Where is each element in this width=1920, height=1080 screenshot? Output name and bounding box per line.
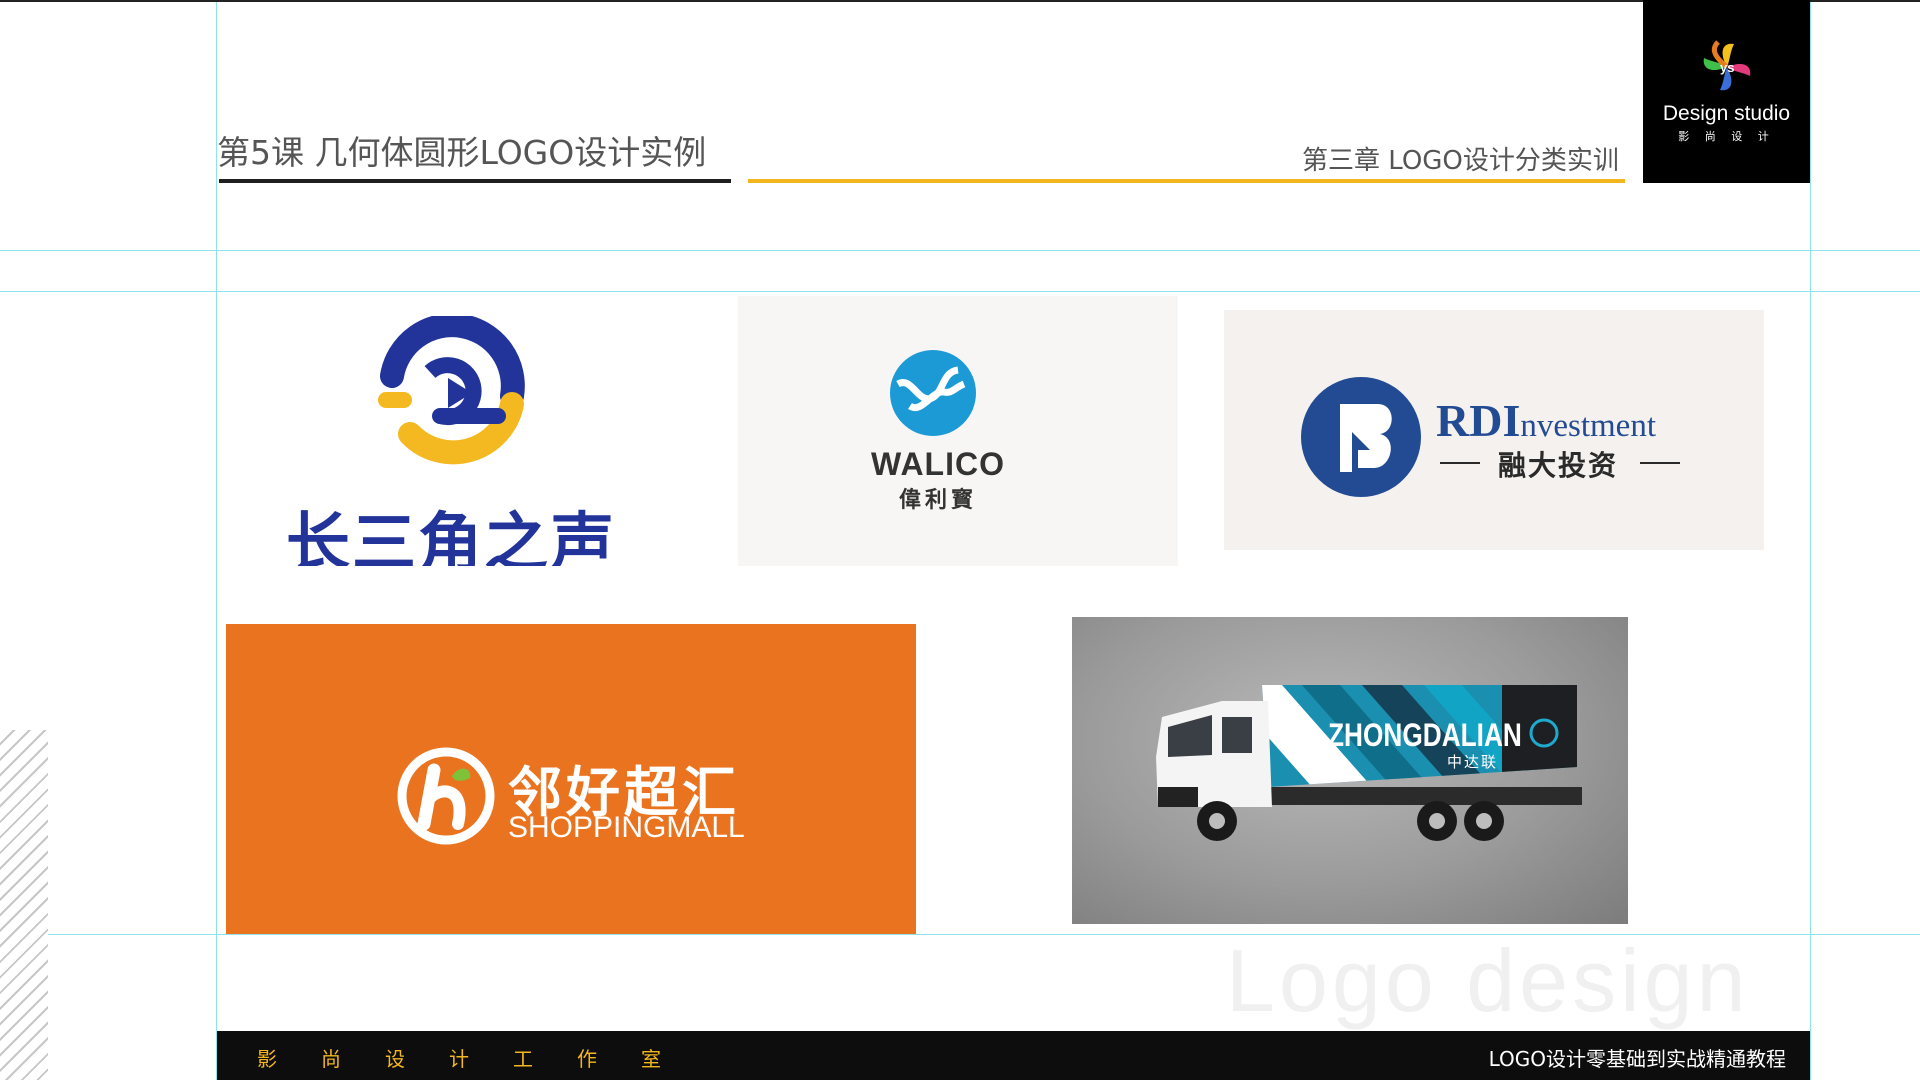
pinwheel-icon: ys	[1703, 40, 1751, 91]
footer-char: 室	[641, 1047, 661, 1071]
lesson-title: 第5课 几何体圆形LOGO设计实例	[217, 133, 707, 172]
guide-line-right	[1810, 0, 1811, 1080]
logo-card-rdi: RDInvestment 融大投资	[1224, 310, 1764, 550]
footer-bar: 影 尚 设 计 工 作 室 LOGO设计零基础到实战精通教程	[217, 1031, 1810, 1080]
footer-char: 尚	[321, 1047, 341, 1071]
walico-cn-name: 偉利寳	[898, 488, 977, 513]
walico-name: WALICO	[871, 446, 1005, 482]
h-leaf-circle-icon	[397, 747, 495, 845]
logo-design-watermark: Logo design	[1226, 931, 1750, 1030]
studio-logo-text: ys	[1720, 60, 1734, 75]
logo-card-changsanjiao: 长三角之声	[226, 296, 726, 566]
rdi-name-big: RDI	[1436, 395, 1521, 446]
play-speech-bubble-icon	[378, 316, 525, 465]
logo-card-zhongdalian-truck: ZHONGDALIAN 中达联	[1072, 617, 1628, 924]
guide-line-top	[0, 250, 1920, 251]
top-border	[0, 0, 1920, 2]
footer-char: 计	[449, 1047, 469, 1071]
footer-char: 工	[513, 1047, 533, 1071]
logo-card-walico: WALICO 偉利寳	[738, 296, 1178, 566]
guide-line-upper	[0, 291, 1920, 292]
chapter-title: 第三章 LOGO设计分类实训	[1302, 146, 1619, 176]
changsanjiao-logo-text: 长三角之声	[286, 507, 616, 566]
studio-name: Design studio	[1662, 102, 1791, 125]
chapter-underline	[748, 179, 1625, 183]
footer-studio-name: 影尚设计工作室	[257, 1043, 705, 1072]
studio-logo-box: ys Design studio 影 尚 设 计	[1643, 0, 1810, 183]
footer-char: 作	[577, 1047, 597, 1071]
hatch-decoration	[0, 730, 48, 1080]
footer-course-title: LOGO设计零基础到实战精通教程	[1488, 1047, 1786, 1071]
blue-circle-waves-icon	[890, 350, 976, 436]
footer-char: 设	[385, 1047, 405, 1071]
rdi-name: RDInvestment	[1436, 394, 1656, 447]
rdi-name-small: nvestment	[1520, 408, 1656, 444]
circle-b-icon	[1301, 377, 1421, 497]
rdi-cn-name: 融大投资	[1497, 449, 1618, 482]
studio-subtitle: 影 尚 设 计	[1678, 130, 1775, 143]
rdi-divider-right	[1640, 462, 1680, 464]
zhongdalian-name: ZHONGDALIAN	[1328, 717, 1522, 753]
truck-icon	[1156, 685, 1582, 841]
footer-char: 影	[257, 1047, 277, 1071]
zhongdalian-cn-name: 中达联	[1447, 753, 1499, 771]
logo-card-shoppingmall: 邻好超汇 SHOPPINGMALL	[226, 624, 916, 934]
lesson-underline	[219, 179, 731, 183]
shoppingmall-en-name: SHOPPINGMALL	[508, 811, 745, 844]
